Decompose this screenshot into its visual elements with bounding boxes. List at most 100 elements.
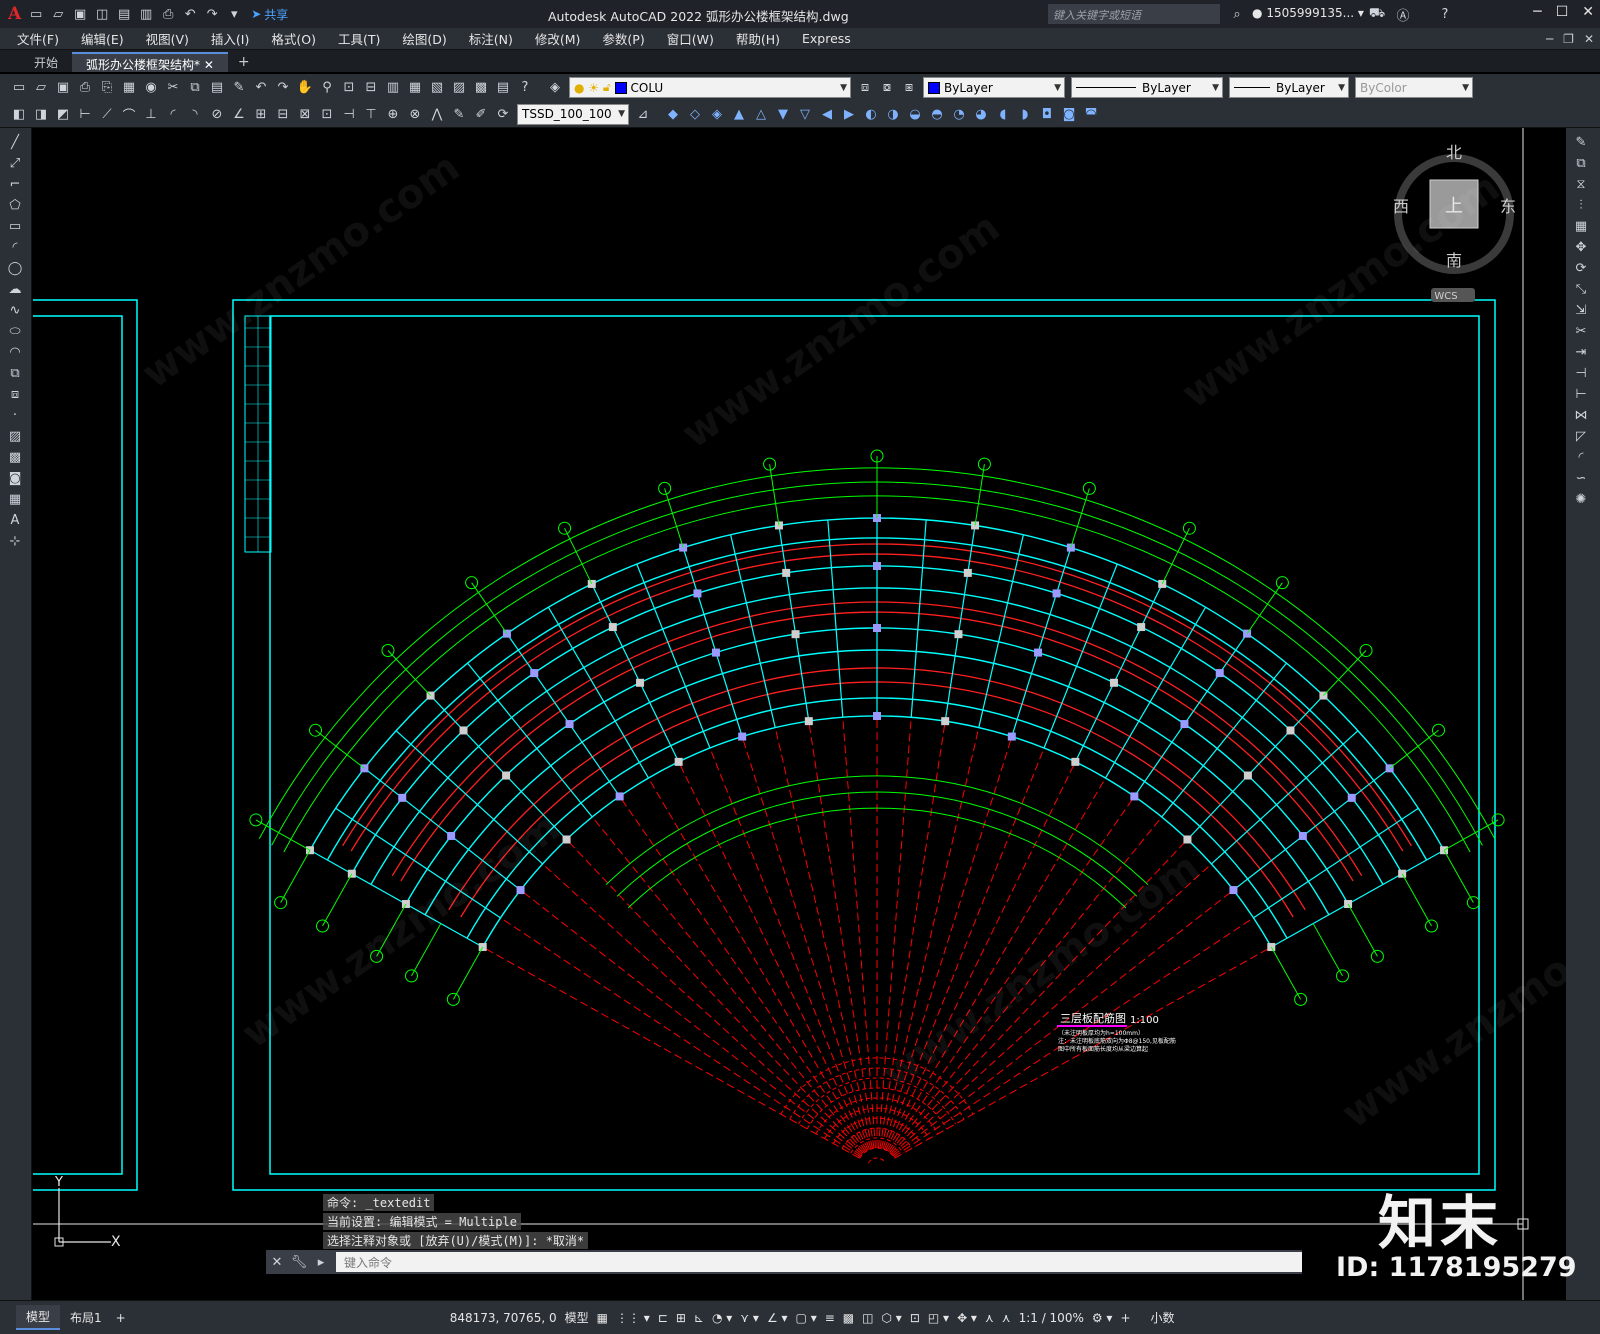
tab-close-icon[interactable]: ✕ — [204, 58, 214, 72]
menu-draw[interactable]: 绘图(D) — [391, 29, 457, 48]
polyline-icon[interactable]: ⌐ — [0, 174, 30, 195]
menu-window[interactable]: 窗口(W) — [656, 29, 725, 48]
menu-file[interactable]: 文件(F) — [6, 29, 70, 48]
redo-icon[interactable]: ↷ — [274, 79, 292, 97]
arc-length-icon[interactable]: ⌒ — [120, 105, 138, 124]
command-recent-icon[interactable]: ▸ — [312, 1253, 330, 1271]
pan-icon[interactable]: ✋ — [296, 79, 314, 97]
new-tab-button[interactable]: + — [228, 52, 260, 72]
fillet-icon[interactable]: ◜ — [1566, 447, 1596, 468]
tssd-tool-9-icon[interactable]: ▶ — [840, 105, 858, 123]
annotation-scale-dropdown[interactable]: 1:1 / 100% — [1019, 1311, 1084, 1325]
continue-dim-icon[interactable]: ⊠ — [296, 105, 314, 123]
ortho-icon[interactable]: ⊾ — [694, 1311, 704, 1325]
properties-icon[interactable]: ▥ — [384, 79, 402, 97]
tssd-tool-11-icon[interactable]: ◑ — [884, 105, 902, 123]
open-icon[interactable]: ▱ — [32, 79, 50, 97]
command-close-icon[interactable]: ✕ — [268, 1253, 286, 1271]
minimize-icon[interactable]: ─ — [1533, 4, 1541, 20]
zoom-previous-icon[interactable]: ⊟ — [362, 79, 380, 97]
tssd-tool-16-icon[interactable]: ◖ — [994, 105, 1012, 123]
search-input[interactable]: 键入关键字或短语 — [1048, 4, 1220, 24]
workspace-icon[interactable]: ⚙ ▾ — [1092, 1311, 1113, 1325]
center-mark-icon[interactable]: ⊕ — [384, 105, 402, 123]
ellipse-icon[interactable]: ⬭ — [0, 321, 30, 342]
tab-drawing[interactable]: 弧形办公楼框架结构* ✕ — [72, 52, 228, 72]
hatch-icon[interactable]: ▨ — [0, 426, 30, 447]
plotstyle-dropdown[interactable]: ByColor ▼ — [1355, 77, 1473, 98]
undo-icon[interactable]: ↶ — [252, 79, 270, 97]
dynamic-ucs-icon[interactable]: ⊡ — [910, 1311, 920, 1325]
command-input[interactable]: 键入命令 — [336, 1252, 1302, 1272]
plot-icon[interactable]: ⎙ — [76, 79, 94, 97]
spline-icon[interactable]: ∿ — [0, 300, 30, 321]
redo-icon[interactable]: ↷ — [203, 5, 221, 23]
zoom-realtime-icon[interactable]: ⚲ — [318, 79, 336, 97]
linear-dim-icon[interactable]: ⊢ — [76, 105, 94, 123]
tssd-tool-7-icon[interactable]: ▽ — [796, 105, 814, 123]
menu-tools[interactable]: 工具(T) — [327, 29, 391, 48]
gradient-icon[interactable]: ▩ — [0, 447, 30, 468]
layer-dropdown[interactable]: ● ☀ 🔓︎ COLU ▼ — [569, 77, 851, 98]
menu-modify[interactable]: 修改(M) — [524, 29, 592, 48]
jogged-linear-icon[interactable]: ⋀ — [428, 105, 446, 123]
quick-dim-icon[interactable]: ⊞ — [252, 105, 270, 123]
color-dropdown[interactable]: ByLayer ▼ — [923, 77, 1065, 98]
snap-icon[interactable]: ⋮⋮ ▾ — [616, 1311, 650, 1325]
tab-layout1[interactable]: 布局1 — [60, 1306, 112, 1329]
table-icon[interactable]: ▦ — [0, 489, 30, 510]
menu-format[interactable]: 格式(O) — [260, 29, 327, 48]
tab-start[interactable]: 开始 — [20, 52, 72, 72]
ordinate-dim-icon[interactable]: ⊥ — [142, 105, 160, 123]
plot-icon[interactable]: ⎙ — [159, 5, 177, 23]
tssd-tool-17-icon[interactable]: ◗ — [1016, 105, 1034, 123]
save-as-icon[interactable]: ◫ — [93, 5, 111, 23]
paste-icon[interactable]: ▤ — [208, 79, 226, 97]
line-icon[interactable]: ╱ — [0, 132, 30, 153]
ellipse-arc-icon[interactable]: ◠ — [0, 342, 30, 363]
viewcube[interactable]: 上 北 南 东 西 WCS — [1393, 143, 1516, 302]
command-customize-icon[interactable]: 🔧︎ — [290, 1253, 308, 1271]
new-icon[interactable]: ▭ — [10, 79, 28, 97]
mtext-icon[interactable]: A — [0, 510, 30, 531]
tssd-tool-2-icon[interactable]: ◇ — [686, 105, 704, 123]
3d-dwf-icon[interactable]: ◉ — [142, 79, 160, 97]
erase-icon[interactable]: ✎ — [1566, 132, 1596, 153]
make-block-icon[interactable]: ⧈ — [0, 384, 30, 405]
angular-dim-icon[interactable]: ∠ — [230, 105, 248, 123]
tssd-tool-13-icon[interactable]: ◓ — [928, 105, 946, 123]
save-icon[interactable]: ▣ — [54, 79, 72, 97]
calculator-icon[interactable]: ▤ — [494, 79, 512, 97]
arc-icon[interactable]: ◜ — [0, 237, 30, 258]
chamfer-icon[interactable]: ◸ — [1566, 426, 1596, 447]
layer-states-icon[interactable]: ⧆ — [900, 79, 918, 97]
units-dropdown[interactable]: 小数 — [1151, 1309, 1175, 1326]
scale-icon[interactable]: ⤡ — [1566, 279, 1596, 300]
tssd-tool-10-icon[interactable]: ◐ — [862, 105, 880, 123]
object-snap-icon[interactable]: ▢ ▾ — [796, 1311, 817, 1325]
stretch-icon[interactable]: ⇲ — [1566, 300, 1596, 321]
baseline-dim-icon[interactable]: ⊟ — [274, 105, 292, 123]
gizmo-icon[interactable]: ✥ ▾ — [957, 1311, 977, 1325]
tssd-tool-20-icon[interactable]: ◚ — [1082, 105, 1100, 123]
grid-icon[interactable]: ▦ — [597, 1311, 608, 1325]
dim-break-icon[interactable]: ⊣ — [340, 105, 358, 123]
isodraft-icon[interactable]: ⋎ ▾ — [740, 1311, 759, 1325]
menu-insert[interactable]: 插入(I) — [200, 29, 260, 48]
tool-palettes-icon[interactable]: ▧ — [428, 79, 446, 97]
new-file-icon[interactable]: ▭ — [27, 5, 45, 23]
model-space-toggle[interactable]: 模型 — [565, 1309, 589, 1326]
layer-previous-icon[interactable]: ⧇ — [878, 79, 896, 97]
send-back-icon[interactable]: ◩ — [54, 105, 72, 123]
customize-icon[interactable]: ▾ — [225, 5, 243, 23]
tab-model[interactable]: 模型 — [16, 1305, 61, 1330]
design-center-icon[interactable]: ▦ — [406, 79, 424, 97]
search-icon[interactable]: ⌕ — [1228, 5, 1246, 23]
share-button[interactable]: ➤ 共享 — [251, 6, 288, 23]
circle-icon[interactable]: ◯ — [0, 258, 30, 279]
copy-icon[interactable]: ⧉ — [186, 79, 204, 97]
array-icon[interactable]: ▦ — [1566, 216, 1596, 237]
rectangle-icon[interactable]: ▭ — [0, 216, 30, 237]
tssd-tool-15-icon[interactable]: ◕ — [972, 105, 990, 123]
doc-minimize-icon[interactable]: ─ — [1546, 32, 1553, 46]
